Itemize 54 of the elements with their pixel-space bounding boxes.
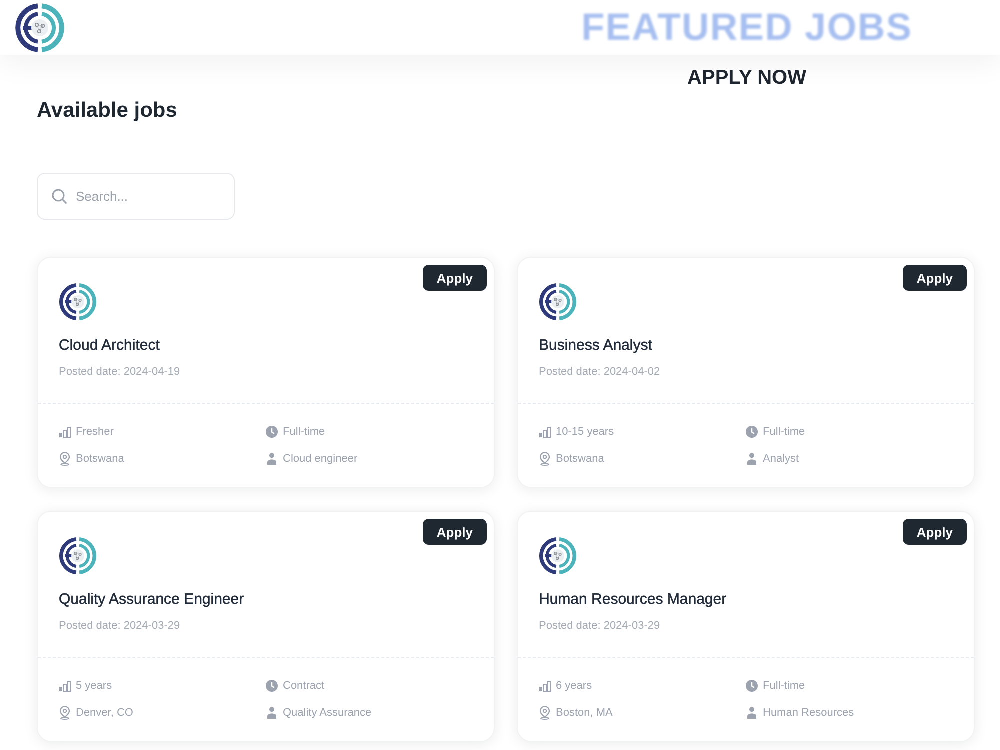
job-role: Cloud engineer (283, 452, 358, 467)
clock-icon (266, 680, 278, 692)
posted-date: Posted date: 2024-04-02 (539, 365, 660, 380)
job-title: Business Analyst (539, 336, 652, 356)
experience-level: 6 years (556, 679, 592, 694)
clock-icon (746, 426, 758, 438)
apply-button[interactable]: Apply (902, 519, 967, 545)
job-title: Cloud Architect (59, 336, 160, 356)
apply-button[interactable]: Apply (422, 519, 487, 545)
job-role: Human Resources (763, 706, 854, 721)
logo-icon (59, 283, 97, 321)
job-title: Quality Assurance Engineer (59, 590, 244, 610)
bar-chart-icon (539, 426, 551, 438)
experience-level: Fresher (76, 425, 114, 440)
job-location: Boston, MA (556, 706, 613, 721)
job-location: Botswana (76, 452, 124, 467)
logo-icon (59, 537, 97, 575)
map-pin-icon (59, 706, 71, 720)
job-type: Contract (283, 679, 325, 694)
posted-date: Posted date: 2024-03-29 (539, 619, 660, 634)
page-title: Available jobs (37, 98, 178, 124)
map-pin-icon (539, 706, 551, 720)
posted-date: Posted date: 2024-04-19 (59, 365, 180, 380)
job-type: Full-time (763, 425, 806, 440)
job-location: Botswana (556, 452, 604, 467)
user-icon (267, 707, 277, 719)
search-field[interactable]: Search... (37, 173, 235, 220)
user-icon (747, 453, 757, 465)
job-location: Denver, CO (76, 706, 134, 721)
bar-chart-icon (59, 426, 71, 438)
user-icon (267, 453, 277, 465)
bar-chart-icon (539, 680, 551, 692)
user-icon (747, 707, 757, 719)
experience-level: 10-15 years (556, 425, 614, 440)
map-pin-icon (539, 452, 551, 466)
logo-icon (539, 283, 577, 321)
job-role: Quality Assurance (283, 706, 372, 721)
logo-icon (539, 537, 577, 575)
job-title: Human Resources Manager (539, 590, 727, 610)
experience-level: 5 years (76, 679, 112, 694)
apply-button[interactable]: Apply (422, 265, 487, 291)
apply-button[interactable]: Apply (902, 265, 967, 291)
clock-icon (266, 426, 278, 438)
job-type: Full-time (283, 425, 326, 440)
posted-date: Posted date: 2024-03-29 (59, 619, 180, 634)
featured-jobs-title: FEATURED JOBS (581, 6, 913, 50)
clock-icon (746, 680, 758, 692)
job-role: Analyst (763, 452, 800, 467)
job-type: Full-time (763, 679, 806, 694)
logo-icon (15, 2, 65, 52)
search-icon (52, 189, 67, 204)
apply-now-heading: APPLY NOW (688, 67, 806, 89)
map-pin-icon (59, 452, 71, 466)
bar-chart-icon (59, 680, 71, 692)
